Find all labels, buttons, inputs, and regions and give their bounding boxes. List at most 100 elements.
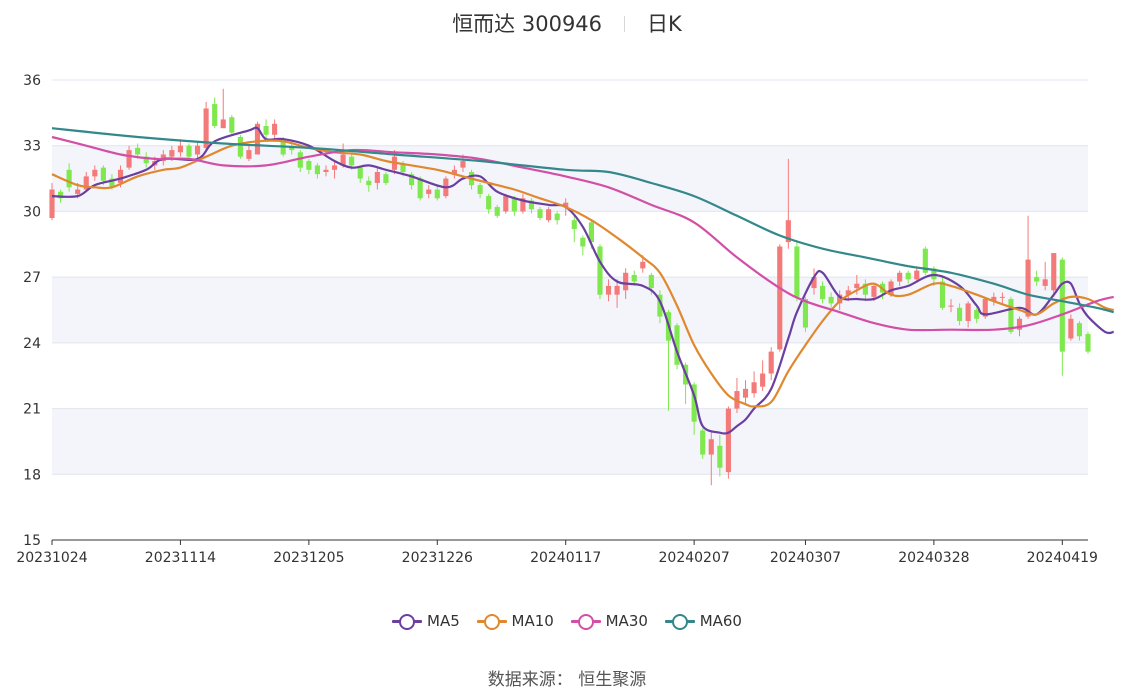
candle-body	[1059, 259, 1065, 352]
candle-body	[1025, 259, 1031, 317]
y-tick-label: 15	[23, 533, 41, 549]
candle-body	[75, 189, 81, 194]
candle-body	[957, 307, 963, 321]
candle-body	[974, 310, 980, 319]
candle-body	[794, 246, 800, 297]
candle-body	[700, 430, 706, 455]
y-tick-label: 30	[23, 204, 41, 220]
candle-body	[751, 382, 757, 394]
candle-body	[725, 408, 731, 473]
y-tick-label: 36	[23, 73, 41, 89]
candle-body	[494, 207, 500, 216]
legend-ma60-icon	[664, 614, 695, 630]
candle-body	[263, 126, 269, 135]
candle-body	[948, 305, 954, 307]
data-source: 数据来源： 恒生聚源	[487, 670, 647, 690]
candle-body	[366, 180, 372, 186]
candle-body	[914, 270, 920, 280]
candle-body	[546, 209, 552, 221]
candle-body	[1076, 323, 1083, 337]
legend-ma10-icon	[476, 614, 507, 630]
candlestick-chart: 15 18 21 24 27 30 33 36 20231024 20231114 20231205…	[16, 73, 1115, 566]
legend-item-ma30[interactable]: MA30	[570, 612, 648, 630]
candle-body	[426, 189, 432, 194]
candle-body	[280, 141, 286, 155]
candle-body	[349, 156, 355, 166]
candle-body	[554, 213, 560, 221]
candle-body	[511, 198, 517, 212]
candle-body	[854, 283, 860, 289]
candle-body	[760, 373, 766, 387]
legend-ma30-label: MA30	[605, 612, 648, 630]
legend-item-ma5[interactable]: MA5	[392, 612, 460, 630]
candle-body	[1042, 279, 1048, 286]
candle-body	[999, 296, 1005, 298]
candle-body	[417, 178, 423, 199]
candle-body	[374, 172, 380, 183]
candle-body	[486, 196, 492, 210]
candle-body	[306, 161, 312, 170]
candle-body	[383, 174, 389, 183]
candle-body	[66, 169, 72, 188]
candle-body	[820, 285, 826, 300]
candle-body	[117, 169, 124, 183]
candle-body	[1085, 334, 1091, 352]
legend: MA5 MA10 MA30 MA60	[0, 612, 1134, 632]
x-tick-label: 20240328	[898, 550, 969, 566]
x-tick-label: 20240207	[659, 550, 730, 566]
y-tick-label: 33	[23, 139, 41, 155]
candle-body	[802, 299, 809, 328]
candle-body	[631, 274, 637, 282]
legend-item-ma60[interactable]: MA60	[664, 612, 742, 630]
grid-band	[52, 277, 1088, 343]
candle-body	[905, 272, 911, 280]
candle-body	[597, 246, 603, 295]
candle-body	[1051, 253, 1057, 291]
x-tick-label: 20231114	[145, 550, 216, 566]
candle-body	[460, 161, 466, 168]
candle-body	[314, 165, 320, 175]
y-tick-label: 21	[23, 402, 41, 418]
candle-body	[537, 209, 543, 218]
x-tick-label: 20231205	[273, 550, 344, 566]
candle-body	[434, 189, 440, 199]
candle-body	[331, 165, 338, 170]
candle-body	[1068, 318, 1074, 339]
candle-body	[580, 237, 586, 247]
y-tick-label: 27	[23, 270, 41, 286]
candle-body	[177, 145, 183, 153]
candle-body	[571, 220, 577, 229]
legend-ma5-label: MA5	[427, 612, 460, 630]
grid-band	[52, 408, 1088, 475]
candle-body	[126, 150, 132, 168]
candle-body	[897, 272, 903, 282]
x-tick-label: 20231226	[402, 550, 473, 566]
candle-body	[717, 445, 723, 468]
candle-body	[212, 104, 218, 126]
candle-body	[237, 136, 243, 157]
x-tick-label: 20240419	[1027, 550, 1098, 566]
candle-body	[828, 296, 834, 304]
candle-body	[229, 117, 235, 133]
candle-body	[169, 150, 175, 157]
candle-body	[92, 169, 98, 177]
candle-body	[648, 274, 654, 289]
x-tick-label: 20240307	[770, 550, 841, 566]
candle-body	[708, 439, 714, 455]
candle-body	[477, 185, 483, 194]
x-tick-label: 20240117	[530, 550, 601, 566]
candle-body	[640, 261, 646, 269]
candle-body	[605, 285, 612, 295]
legend-ma10-label: MA10	[511, 612, 554, 630]
candle-body	[323, 169, 329, 172]
candle-body	[220, 119, 226, 129]
candle-body	[357, 167, 363, 179]
candle-body	[1034, 277, 1040, 282]
legend-ma30-icon	[570, 614, 601, 630]
candle-body	[100, 167, 106, 181]
candle-body	[939, 281, 946, 308]
candle-body	[614, 285, 620, 295]
candle-body	[965, 303, 971, 321]
candle-body	[871, 285, 877, 297]
legend-item-ma10[interactable]: MA10	[476, 612, 554, 630]
